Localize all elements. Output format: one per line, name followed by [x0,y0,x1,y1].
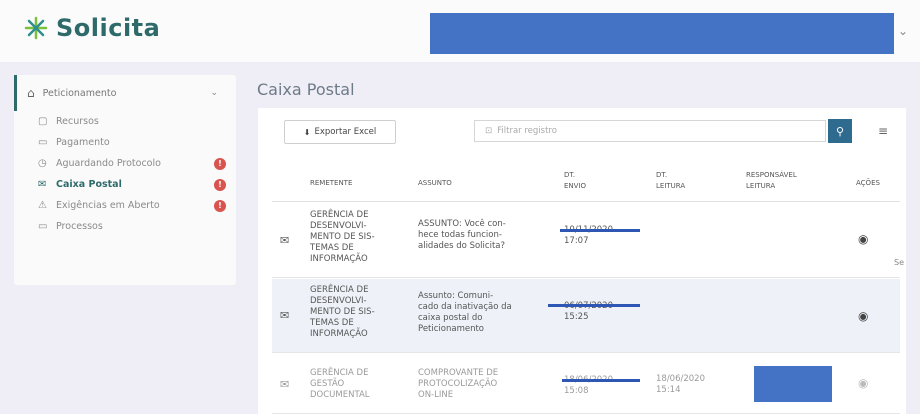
alert-badge: ! [214,199,226,212]
assunto-cell[interactable]: ASSUNTO: Você con- hece todas funcion- a… [418,219,506,252]
envelope-icon: ✉ [280,309,290,322]
strike-redaction [560,229,640,232]
sidebar-item-pagamento[interactable]: ▭ Pagamento [14,132,236,153]
search-placeholder: Filtrar registro [497,126,557,136]
clock-icon: ◷ [38,158,47,169]
card-icon: ▭ [38,137,48,148]
export-excel-button[interactable]: ⬇ Exportar Excel [284,120,396,144]
column-header-assunto[interactable]: ASSUNTO [418,178,452,189]
sidebar-item-label: Pagamento [56,137,110,148]
column-header-remetente[interactable]: REMETENTE [310,178,352,189]
page-title: Caixa Postal [257,80,355,99]
alert-badge: ! [214,157,226,170]
app-logo[interactable]: Solicita [22,14,160,42]
envelope-icon: ✉ [280,234,290,247]
leitura-cell: 18/06/2020 15:14 [656,374,705,395]
sidebar-item-exigencias[interactable]: ⚠ Exigências em Aberto ! [14,195,236,216]
table-row[interactable]: ✉ GERÊNCIA DE GESTÃO DOCUMENTAL COMPROVA… [272,354,900,414]
filter-icon: ⊡ [485,126,493,136]
remetente-cell: GERÊNCIA DE DESENVOLVI- MENTO DE SIS- TE… [310,285,375,339]
sidebar-item-label: Aguardando Protocolo [56,158,161,169]
strike-redaction [548,304,640,307]
sidebar-section-peticionamento[interactable]: ⌂ Peticionamento ⌄ [14,75,236,111]
home-icon: ⌂ [27,86,35,100]
sidebar-item-label: Caixa Postal [56,179,122,190]
sidebar-item-recursos[interactable]: ▢ Recursos [14,111,236,132]
alert-badge: ! [214,178,226,191]
inbox-icon: ✉ [38,179,47,190]
remetente-cell: GERÊNCIA DE GESTÃO DOCUMENTAL [310,368,370,400]
sprout-logo-icon [24,16,48,40]
redacted-user-area [430,13,894,54]
folder-icon: ▭ [38,221,48,232]
strike-redaction [562,379,640,382]
column-header-envio[interactable]: DT. ENVIO [564,170,586,192]
mailbox-panel: ⬇ Exportar Excel ⊡ Filtrar registro ⚲ ≡ … [258,108,906,414]
table-row[interactable]: ✉ GERÊNCIA DE DESENVOLVI- MENTO DE SIS- … [272,202,900,278]
menu-icon: ≡ [877,124,889,138]
view-eye-icon[interactable]: ◉ [858,232,868,246]
sidebar-item-aguardando-protocolo[interactable]: ◷ Aguardando Protocolo ! [14,153,236,174]
chevron-down-icon: ⌄ [210,88,218,98]
assunto-cell[interactable]: Assunto: Comuni- cado da inativação da c… [418,291,512,335]
column-header-acoes: AÇÕES [856,179,880,187]
view-eye-icon[interactable]: ◉ [858,309,868,323]
search-button[interactable]: ⚲ [828,119,852,143]
chevron-down-icon[interactable]: ⌄ [898,24,908,38]
redacted-responsavel [754,366,832,402]
document-icon: ▢ [38,116,48,127]
download-icon: ⬇ [303,127,311,137]
envio-time-cell: 17:07 [564,236,589,246]
envio-time-cell: 15:08 [564,386,589,396]
cropped-side-text: Se [894,258,904,267]
search-input[interactable]: ⊡ Filtrar registro [474,120,826,142]
search-icon: ⚲ [835,124,845,138]
export-excel-label: Exportar Excel [314,127,377,137]
view-eye-icon[interactable]: ◉ [858,376,868,390]
sidebar: ⌂ Peticionamento ⌄ ▢ Recursos ▭ Pagament… [14,75,236,285]
remetente-cell: GERÊNCIA DE DESENVOLVI- MENTO DE SIS- TE… [310,210,375,264]
sidebar-item-label: Recursos [56,116,99,127]
sidebar-item-label: Exigências em Aberto [56,200,160,211]
assunto-cell[interactable]: COMPROVANTE DE PROTOCOLIZAÇÃO ON-LINE [418,368,498,401]
column-header-responsavel[interactable]: RESPONSÁVEL LEITURA [746,170,797,192]
table-header: REMETENTE ASSUNTO DT. ENVIO DT. LEITURA … [272,164,900,202]
sidebar-item-caixa-postal[interactable]: ✉ Caixa Postal ! [14,174,236,195]
top-bar: Solicita ⌄ [0,0,920,62]
envio-time-cell: 15:25 [564,312,589,322]
column-header-leitura[interactable]: DT. LEITURA [656,170,685,192]
app-name: Solicita [56,14,161,42]
sidebar-item-processos[interactable]: ▭ Processos [14,216,236,237]
table-row[interactable]: ✉ GERÊNCIA DE DESENVOLVI- MENTO DE SIS- … [272,279,900,353]
open-envelope-icon: ✉ [280,378,290,391]
menu-button[interactable]: ≡ [872,119,894,143]
sidebar-item-label: Processos [56,221,103,232]
sidebar-section-label: Peticionamento [42,87,117,99]
alert-icon: ⚠ [38,200,47,211]
